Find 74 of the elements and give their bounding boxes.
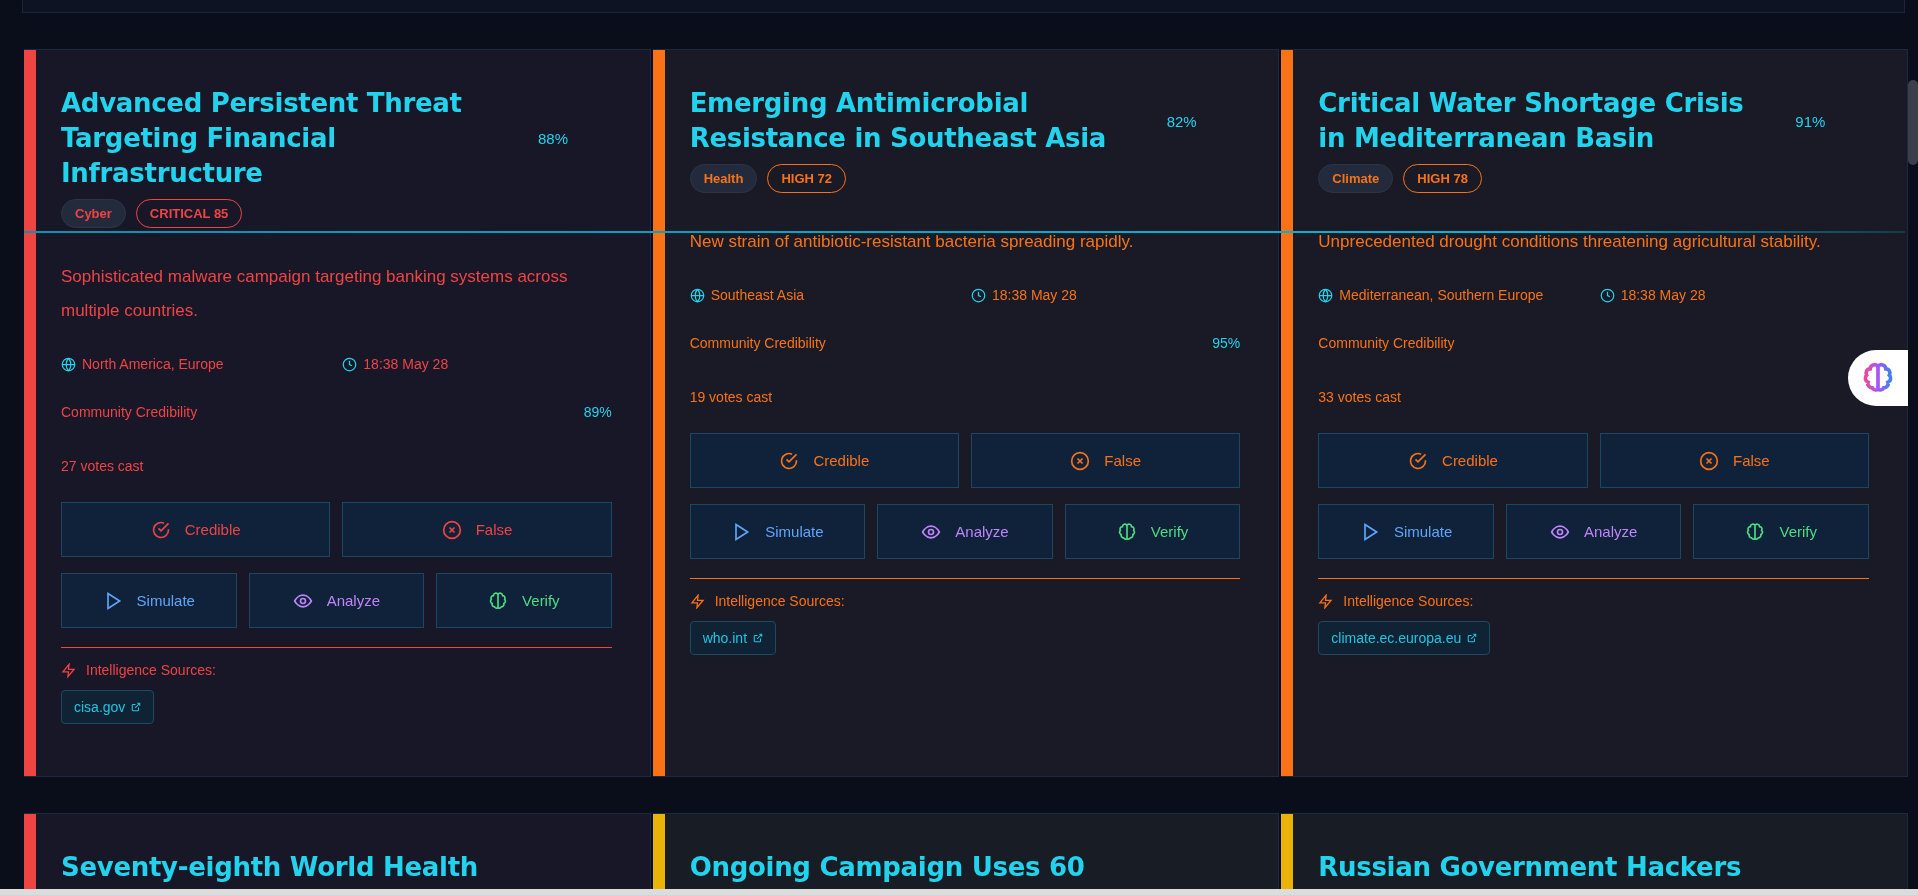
action-button[interactable]: Simulate <box>1318 504 1494 559</box>
time-text: 18:38 May 28 <box>1620 287 1706 303</box>
votes-count: 19 votes cast <box>689 389 774 405</box>
action-button[interactable]: Analyze <box>877 504 1053 559</box>
action-button[interactable]: Analyze <box>1505 504 1682 559</box>
credibility-label: Community Credibility <box>1318 335 1455 351</box>
time-text: 18:38 May 28 <box>363 356 449 372</box>
vote-button[interactable]: Credible <box>1318 433 1588 488</box>
vote-button[interactable]: False <box>971 433 1241 488</box>
sources-label: Intelligence Sources: <box>1343 593 1474 609</box>
confidence-value: 91% <box>1795 112 1826 130</box>
action-button[interactable]: Verify <box>1693 504 1869 559</box>
vote-button[interactable]: False <box>1599 433 1869 488</box>
vote-button[interactable]: Credible <box>61 502 331 557</box>
x-circle-icon <box>1699 450 1719 471</box>
card-title: Russian Government Hackers <box>1318 851 1743 884</box>
globe-icon <box>1318 287 1334 303</box>
brain-icon <box>1745 521 1766 542</box>
region-text: North America, Europe <box>82 356 224 372</box>
category-tag: Health <box>689 164 758 193</box>
vote-button[interactable]: False <box>342 502 612 557</box>
brain-icon <box>488 590 509 611</box>
region-text: Southeast Asia <box>710 287 805 303</box>
action-button[interactable]: Verify <box>436 573 612 628</box>
assistant-button[interactable] <box>1848 350 1908 406</box>
source-link[interactable]: climate.ec.europa.eu <box>1318 621 1491 655</box>
x-circle-icon <box>441 519 462 540</box>
lightning-icon <box>61 662 76 678</box>
credibility-label: Community Credibility <box>61 404 198 420</box>
globe-icon <box>689 287 705 303</box>
clock-icon <box>342 356 358 372</box>
card-title: Seventy-eighth World Health <box>61 851 479 884</box>
lightning-icon <box>1318 593 1334 609</box>
confidence-value: 88% <box>538 130 569 147</box>
external-link-icon <box>1467 633 1478 643</box>
clock-icon <box>971 287 986 303</box>
category-tag: Climate <box>1318 164 1394 193</box>
check-circle-icon <box>779 450 800 471</box>
check-circle-icon <box>150 519 171 540</box>
external-link-icon <box>753 633 763 643</box>
scrollbar[interactable] <box>0 889 1918 895</box>
globe-icon <box>61 356 76 372</box>
votes-count: 27 votes cast <box>61 458 145 474</box>
x-circle-icon <box>1070 450 1091 471</box>
card-title: Critical Water Shortage Crisis in Mediterranean Basin <box>1318 87 1745 155</box>
category-tag: Cyber <box>61 199 126 228</box>
card-title: Advanced Persistent Threat Targeting Financial Infrastructure <box>61 87 463 190</box>
action-button[interactable]: Verify <box>1064 504 1241 559</box>
region-text: Mediterranean, Southern Europe <box>1339 287 1544 303</box>
source-link[interactable]: cisa.gov <box>61 690 155 724</box>
check-circle-icon <box>1408 450 1429 471</box>
brain-icon <box>1116 521 1137 542</box>
sources-label: Intelligence Sources: <box>714 593 845 609</box>
card-description: Sophisticated malware campaign targeting banking systems across multiple countries. <box>61 266 569 322</box>
card-description: New strain of antibiotic-resistant bacteria spreading rapidly. <box>689 231 1135 253</box>
lightning-icon <box>689 593 705 609</box>
card-title: Ongoing Campaign Uses 60 <box>689 851 1086 884</box>
sources-label: Intelligence Sources: <box>86 662 216 678</box>
time-text: 18:38 May 28 <box>992 287 1077 303</box>
action-button[interactable]: Analyze <box>248 573 425 628</box>
source-link[interactable]: who.int <box>689 621 776 655</box>
card-title: Emerging Antimicrobial Resistance in Southeast Asia <box>689 87 1108 155</box>
vote-button[interactable]: Credible <box>689 433 959 488</box>
credibility-value: 89% <box>583 404 612 420</box>
card-description: Unprecedented drought conditions threatening agricultural stability. <box>1318 231 1822 253</box>
credibility-value: 95% <box>1212 335 1241 351</box>
clock-icon <box>1599 287 1615 303</box>
votes-count: 33 votes cast <box>1318 389 1402 405</box>
action-button[interactable]: Simulate <box>61 573 237 628</box>
brain-icon <box>1861 361 1895 395</box>
external-link-icon <box>131 702 142 712</box>
action-button[interactable]: Simulate <box>689 504 866 559</box>
confidence-value: 82% <box>1166 112 1197 130</box>
credibility-label: Community Credibility <box>689 335 826 351</box>
